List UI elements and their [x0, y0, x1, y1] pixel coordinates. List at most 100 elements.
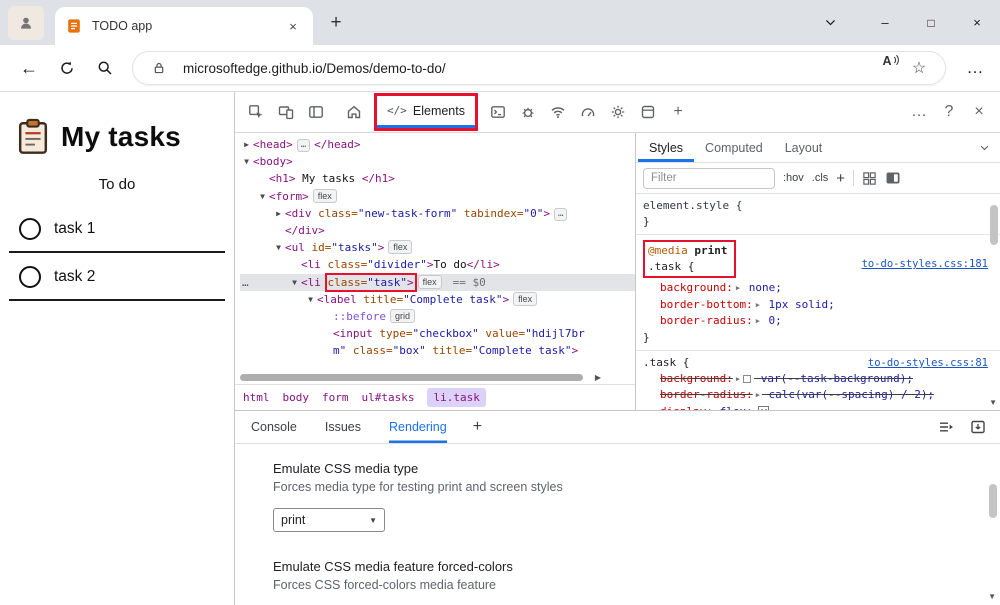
tab-close-icon[interactable]: ×: [283, 16, 303, 36]
breadcrumb-item[interactable]: form: [322, 391, 349, 404]
device-emulation-icon[interactable]: [271, 97, 301, 127]
browser-tab[interactable]: TODO app ×: [55, 7, 313, 45]
dom-tree-row[interactable]: <h1> My tasks </h1>: [240, 170, 635, 187]
dom-tree-row[interactable]: </div>: [240, 222, 635, 239]
scroll-down-icon[interactable]: ▼: [989, 398, 997, 407]
home-icon[interactable]: [339, 97, 369, 127]
dom-tree-row[interactable]: …▼<li class="task">flex== $0: [240, 274, 635, 291]
node-more-icon[interactable]: …: [242, 274, 249, 291]
devtools-more-icon[interactable]: …: [904, 97, 934, 127]
favorites-star-icon[interactable]: ☆: [905, 54, 933, 82]
stylesheet-link[interactable]: to-do-styles.css:81: [868, 356, 988, 372]
dom-tree-row[interactable]: ▼<label title="Complete task">flex: [240, 291, 635, 308]
expanded-arrow-icon[interactable]: ▼: [272, 239, 285, 256]
breadcrumb-item[interactable]: li.task: [427, 388, 485, 407]
expand-arrow-icon[interactable]: ▶: [756, 314, 760, 330]
dom-tree-row[interactable]: ▼<ul id="tasks">flex: [240, 239, 635, 256]
expand-arrow-icon[interactable]: ▶: [756, 298, 760, 314]
grid-overlay-icon[interactable]: [862, 171, 877, 186]
element-class-button[interactable]: .cls: [812, 172, 829, 184]
media-type-select[interactable]: print ▼: [273, 508, 385, 532]
search-icon[interactable]: [88, 51, 122, 85]
tab-layout[interactable]: Layout: [774, 133, 834, 162]
read-aloud-icon[interactable]: A: [877, 54, 905, 82]
expanded-arrow-icon[interactable]: ▼: [304, 291, 317, 308]
tab-styles[interactable]: Styles: [638, 133, 694, 162]
layout-badge[interactable]: flex: [388, 240, 412, 254]
styles-scrollbar-thumb[interactable]: [990, 205, 998, 245]
dom-tree-row[interactable]: ▼<body>: [240, 153, 635, 170]
close-window-button[interactable]: ×: [954, 0, 1000, 45]
breadcrumb-item[interactable]: html: [243, 391, 270, 404]
debug-bug-icon[interactable]: [513, 97, 543, 127]
back-button[interactable]: ←: [12, 51, 46, 85]
dom-tree-row[interactable]: <input type="checkbox" value="hdijl7br: [240, 325, 635, 342]
task-item[interactable]: task 1: [9, 205, 225, 253]
inline-expand-button[interactable]: …: [554, 208, 567, 221]
new-tab-button[interactable]: +: [324, 11, 348, 35]
drawer-tab-issues[interactable]: Issues: [325, 411, 361, 443]
console-panel-icon[interactable]: [483, 97, 513, 127]
expanded-arrow-icon[interactable]: ▼: [256, 188, 269, 205]
collapsed-arrow-icon[interactable]: ▶: [240, 136, 253, 153]
drawer-tab-console[interactable]: Console: [251, 411, 297, 443]
inspect-icon[interactable]: [241, 97, 271, 127]
panel-layout-icon[interactable]: [301, 97, 331, 127]
dom-tree-row[interactable]: ▼<form>flex: [240, 188, 635, 205]
address-bar[interactable]: microsoftedge.github.io/Demos/demo-to-do…: [132, 51, 946, 85]
layout-badge[interactable]: grid: [390, 309, 415, 323]
drawer-tab-rendering[interactable]: Rendering: [389, 411, 447, 443]
dom-tree-row[interactable]: <li class="divider">To do</li>: [240, 256, 635, 273]
refresh-button[interactable]: [50, 51, 84, 85]
scrollbar-thumb[interactable]: [240, 374, 583, 381]
tab-search-chevron-icon[interactable]: [810, 0, 850, 45]
stylesheet-link[interactable]: to-do-styles.css:181: [862, 257, 988, 273]
expand-arrow-icon[interactable]: ▶: [736, 281, 740, 297]
task-checkbox[interactable]: [19, 266, 41, 288]
layout-badge[interactable]: flex: [418, 275, 442, 289]
expanded-arrow-icon[interactable]: ▼: [240, 153, 253, 170]
dom-tree-row[interactable]: ▶<head>…</head>: [240, 136, 635, 153]
add-panel-icon[interactable]: +: [663, 97, 693, 127]
computed-sidebar-toggle-icon[interactable]: [885, 170, 901, 186]
drawer-scrollbar-thumb[interactable]: [989, 484, 997, 518]
chevron-down-icon[interactable]: [979, 142, 990, 153]
task-item[interactable]: task 2: [9, 253, 225, 301]
breadcrumb-item[interactable]: ul#tasks: [362, 391, 415, 404]
scroll-down-icon[interactable]: ▼: [988, 592, 996, 601]
horizontal-scrollbar[interactable]: ▶: [235, 372, 635, 384]
console-sidebar-icon[interactable]: [938, 419, 954, 435]
collapsed-arrow-icon[interactable]: ▶: [272, 205, 285, 222]
inline-expand-button[interactable]: …: [297, 139, 310, 152]
scroll-right-icon[interactable]: ▶: [595, 373, 601, 382]
application-icon[interactable]: [633, 97, 663, 127]
profile-avatar[interactable]: [8, 6, 44, 40]
dom-tree-row[interactable]: ::beforegrid: [240, 308, 635, 325]
tab-elements[interactable]: </> Elements: [377, 96, 475, 128]
settings-gear-icon[interactable]: [603, 97, 633, 127]
dom-tree-row[interactable]: m" class="box" title="Complete task">: [240, 342, 635, 359]
new-style-rule-button[interactable]: +: [836, 170, 845, 187]
layout-badge[interactable]: flex: [513, 292, 537, 306]
breadcrumb-item[interactable]: body: [283, 391, 310, 404]
expanded-arrow-icon[interactable]: ▼: [288, 274, 301, 291]
drawer-new-tab-button[interactable]: +: [473, 418, 482, 436]
layout-badge[interactable]: flex: [313, 189, 337, 203]
network-wifi-icon[interactable]: [543, 97, 573, 127]
expand-arrow-icon[interactable]: ▶: [756, 388, 760, 404]
pseudo-state-button[interactable]: :hov: [783, 172, 804, 184]
dock-drawer-icon[interactable]: [970, 419, 986, 435]
tab-computed[interactable]: Computed: [694, 133, 774, 162]
site-info-lock-icon[interactable]: [145, 54, 173, 82]
browser-more-icon[interactable]: …: [958, 51, 992, 85]
task-checkbox[interactable]: [19, 218, 41, 240]
help-icon[interactable]: ?: [934, 97, 964, 127]
styles-filter-input[interactable]: [643, 168, 775, 189]
maximize-button[interactable]: □: [908, 0, 954, 45]
dom-tree-row[interactable]: ▶<div class="new-task-form" tabindex="0"…: [240, 205, 635, 222]
minimize-button[interactable]: –: [862, 0, 908, 45]
close-devtools-icon[interactable]: ×: [964, 97, 994, 127]
expand-arrow-icon[interactable]: ▶: [736, 372, 740, 388]
devtools-toolbar: </> Elements: [235, 92, 1000, 133]
performance-gauge-icon[interactable]: [573, 97, 603, 127]
